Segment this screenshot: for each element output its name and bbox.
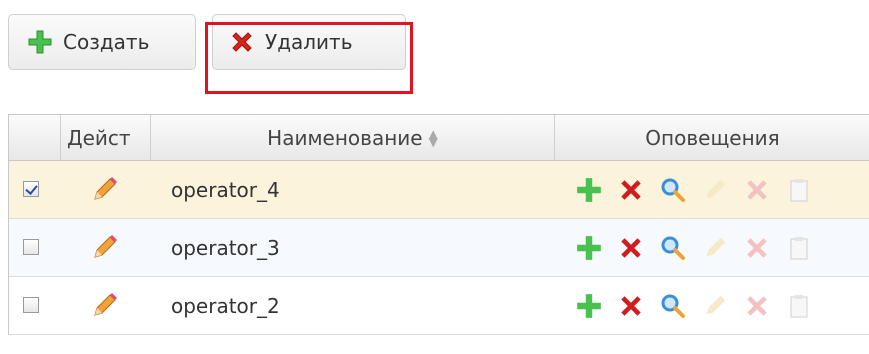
clipboard-icon[interactable] <box>785 234 813 262</box>
plus-icon[interactable] <box>575 292 603 320</box>
header-notifications[interactable]: Оповещения <box>555 115 869 161</box>
plus-icon <box>27 29 53 55</box>
header-actions-label: Дейст <box>67 126 131 150</box>
cross-icon[interactable] <box>617 292 645 320</box>
magnifier-icon[interactable] <box>659 234 687 262</box>
plus-icon[interactable] <box>575 234 603 262</box>
delete-button-label: Удалить <box>265 30 353 54</box>
operators-grid: Дейст Наименование ▲ ▼ Оповещения operato… <box>8 114 869 335</box>
row-notification-actions <box>575 176 827 204</box>
create-button[interactable]: Создать <box>8 14 196 70</box>
pencil-icon[interactable] <box>89 291 119 321</box>
header-select-column <box>9 115 61 161</box>
cross-icon[interactable] <box>617 176 645 204</box>
header-name-label: Наименование <box>267 126 423 150</box>
row-checkbox[interactable] <box>23 181 39 197</box>
pencil-icon[interactable] <box>701 234 729 262</box>
clipboard-icon[interactable] <box>785 292 813 320</box>
operator-name: operator_4 <box>171 178 280 202</box>
table-row[interactable]: operator_4 <box>9 161 869 219</box>
table-row[interactable]: operator_3 <box>9 219 869 277</box>
cross-icon[interactable] <box>743 234 771 262</box>
plus-icon[interactable] <box>575 176 603 204</box>
header-notifications-label: Оповещения <box>645 126 780 150</box>
magnifier-icon[interactable] <box>659 292 687 320</box>
grid-header: Дейст Наименование ▲ ▼ Оповещения <box>9 115 869 161</box>
row-checkbox[interactable] <box>23 239 39 255</box>
delete-button[interactable]: Удалить <box>212 14 406 70</box>
cross-icon <box>229 29 255 55</box>
pencil-icon[interactable] <box>89 233 119 263</box>
pencil-icon[interactable] <box>701 292 729 320</box>
pencil-icon[interactable] <box>89 175 119 205</box>
row-notification-actions <box>575 292 827 320</box>
operator-name: operator_3 <box>171 236 280 260</box>
magnifier-icon[interactable] <box>659 176 687 204</box>
operator-name: operator_2 <box>171 294 280 318</box>
row-checkbox[interactable] <box>23 297 39 313</box>
header-name[interactable]: Наименование ▲ ▼ <box>151 115 555 161</box>
create-button-label: Создать <box>63 30 150 54</box>
cross-icon[interactable] <box>617 234 645 262</box>
header-actions[interactable]: Дейст <box>61 115 151 161</box>
cross-icon[interactable] <box>743 292 771 320</box>
clipboard-icon[interactable] <box>785 176 813 204</box>
cross-icon[interactable] <box>743 176 771 204</box>
table-row[interactable]: operator_2 <box>9 277 869 335</box>
sort-icon[interactable]: ▲ ▼ <box>429 128 438 148</box>
pencil-icon[interactable] <box>701 176 729 204</box>
row-notification-actions <box>575 234 827 262</box>
